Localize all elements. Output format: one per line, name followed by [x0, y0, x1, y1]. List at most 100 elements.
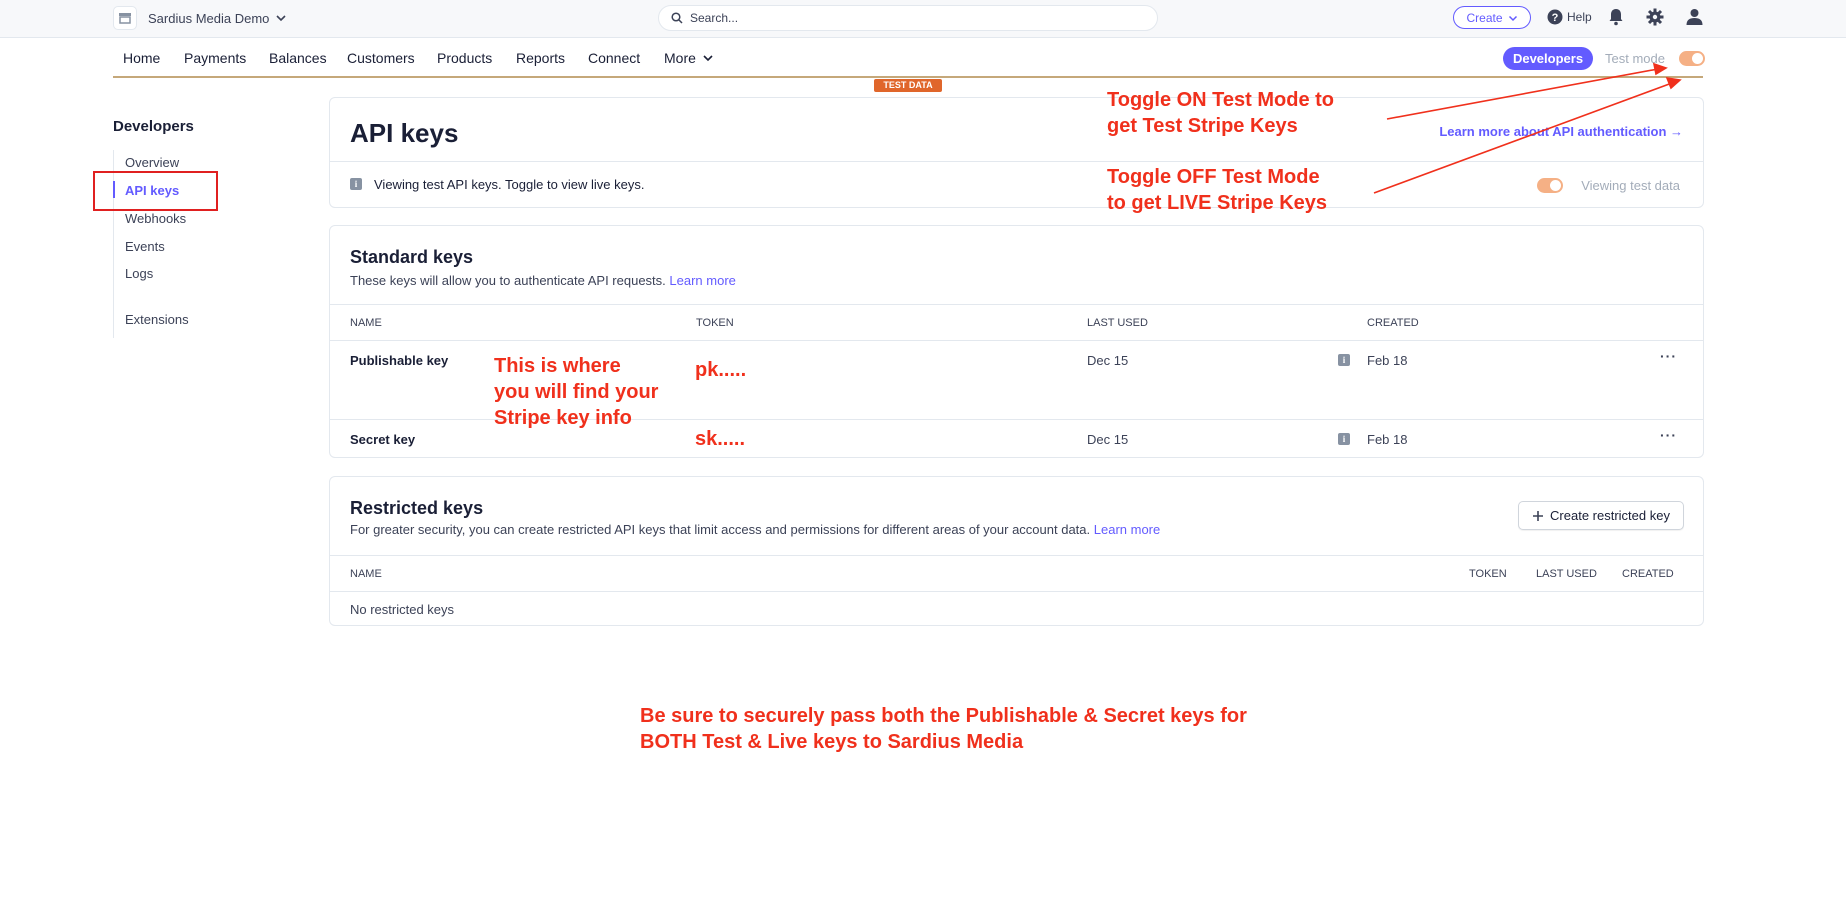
column-header-token: TOKEN — [1469, 568, 1507, 580]
user-icon[interactable] — [1686, 8, 1703, 26]
token-secret[interactable]: sk..... — [695, 426, 745, 452]
search-icon — [671, 12, 683, 24]
created-secret: Feb 18 — [1367, 432, 1408, 447]
nav-products[interactable]: Products — [437, 50, 492, 66]
plus-icon — [1532, 510, 1544, 522]
account-name: Sardius Media Demo — [148, 10, 270, 26]
divider — [330, 304, 1703, 305]
help-button[interactable]: ? Help — [1547, 9, 1592, 25]
viewing-test-data-toggle[interactable] — [1537, 178, 1563, 193]
token-publishable[interactable]: pk..... — [695, 357, 746, 383]
column-header-last-used: LAST USED — [1536, 568, 1597, 580]
create-label: Create — [1466, 10, 1503, 25]
more-options-icon[interactable]: ··· — [1660, 427, 1677, 443]
last-used-secret: Dec 15 — [1087, 432, 1129, 447]
nav-payments[interactable]: Payments — [184, 50, 246, 66]
chevron-down-icon — [275, 12, 287, 24]
key-name-publishable: Publishable key — [350, 353, 449, 368]
page-title: API keys — [350, 118, 459, 148]
nav-more-label: More — [664, 50, 696, 66]
info-icon: i — [350, 178, 362, 190]
viewing-test-data-label: Viewing test data — [1581, 178, 1680, 193]
annotation-line: Stripe key info — [494, 407, 632, 429]
account-switcher[interactable]: Sardius Media Demo — [113, 6, 287, 30]
chevron-down-icon — [1508, 13, 1518, 23]
standard-keys-title: Standard keys — [350, 247, 474, 267]
column-header-name: NAME — [350, 317, 382, 329]
restricted-keys-description: For greater security, you can create res… — [350, 522, 1160, 537]
sidebar-item-extensions[interactable]: Extensions — [125, 312, 189, 327]
info-icon: i — [1338, 433, 1350, 445]
sidebar-item-webhooks[interactable]: Webhooks — [125, 211, 186, 226]
help-icon: ? — [1547, 9, 1563, 25]
bell-icon[interactable] — [1608, 8, 1624, 26]
search-input[interactable] — [690, 11, 1130, 25]
create-button[interactable]: Create — [1453, 6, 1531, 29]
annotation-line: Toggle ON Test Mode to — [1107, 89, 1335, 111]
annotation-line: BOTH Test & Live keys to Sardius Media — [640, 731, 1024, 753]
developers-button[interactable]: Developers — [1503, 47, 1593, 70]
column-header-name: NAME — [350, 568, 382, 580]
sidebar-item-overview[interactable]: Overview — [125, 155, 179, 170]
learn-more-auth-link[interactable]: Learn more about API authentication → — [1439, 124, 1683, 139]
nav-home[interactable]: Home — [123, 50, 160, 66]
info-icon: i — [1338, 354, 1350, 366]
divider — [330, 161, 1703, 162]
annotation-line: Toggle OFF Test Mode — [1107, 166, 1320, 188]
divider — [330, 340, 1703, 341]
top-bar: Sardius Media Demo Create ? Help — [0, 0, 1846, 38]
description-text: These keys will allow you to authenticat… — [350, 273, 666, 288]
test-mode-toggle[interactable] — [1679, 51, 1705, 66]
main-nav: Home Payments Balances Customers Product… — [113, 38, 1705, 78]
create-restricted-key-button[interactable]: Create restricted key — [1518, 501, 1684, 530]
create-restricted-key-label: Create restricted key — [1550, 508, 1670, 523]
arrow-head — [1665, 76, 1682, 90]
description-text: For greater security, you can create res… — [350, 522, 1091, 537]
column-header-token: TOKEN — [696, 317, 734, 329]
last-used-publishable: Dec 15 — [1087, 353, 1129, 368]
gear-icon[interactable] — [1646, 8, 1664, 26]
annotation-line: Be sure to securely pass both the Publis… — [640, 705, 1247, 727]
test-mode-label: Test mode — [1605, 51, 1665, 66]
divider — [330, 591, 1703, 592]
sidebar-item-events[interactable]: Events — [125, 239, 165, 254]
column-header-last-used: LAST USED — [1087, 317, 1148, 329]
store-icon — [113, 6, 137, 30]
key-name-secret: Secret key — [350, 432, 416, 447]
sidebar-title: Developers — [113, 118, 194, 135]
annotation-line: get Test Stripe Keys — [1107, 115, 1298, 137]
restricted-keys-title: Restricted keys — [350, 498, 484, 518]
more-options-icon[interactable]: ··· — [1660, 348, 1677, 364]
standard-keys-description: These keys will allow you to authenticat… — [350, 273, 736, 288]
learn-more-link[interactable]: Learn more — [669, 273, 735, 288]
svg-text:?: ? — [1552, 12, 1559, 24]
annotation-find-keys: This is where you will find your Stripe … — [494, 353, 658, 431]
api-keys-card: API keys Learn more about API authentica… — [329, 97, 1704, 208]
created-publishable: Feb 18 — [1367, 353, 1408, 368]
sidebar-item-logs[interactable]: Logs — [125, 266, 153, 281]
search-bar[interactable] — [658, 5, 1158, 31]
annotation-toggle-off: Toggle OFF Test Mode to get LIVE Stripe … — [1107, 164, 1327, 216]
annotation-line: you will find your — [494, 381, 659, 403]
learn-more-link[interactable]: Learn more — [1094, 522, 1160, 537]
help-label: Help — [1567, 10, 1592, 24]
empty-state-text: No restricted keys — [350, 602, 455, 617]
test-data-badge: TEST DATA — [874, 79, 942, 92]
toggle-knob — [1550, 180, 1561, 191]
restricted-keys-card: Restricted keys For greater security, yo… — [329, 476, 1704, 626]
annotation-highlight-box — [93, 171, 218, 211]
column-header-created: CREATED — [1622, 568, 1674, 580]
info-text: Viewing test API keys. Toggle to view li… — [374, 177, 645, 192]
nav-connect[interactable]: Connect — [588, 50, 640, 66]
divider — [330, 555, 1703, 556]
annotation-line: This is where — [494, 355, 621, 377]
nav-balances[interactable]: Balances — [269, 50, 327, 66]
column-header-created: CREATED — [1367, 317, 1419, 329]
toggle-knob — [1692, 53, 1703, 64]
annotation-toggle-on: Toggle ON Test Mode to get Test Stripe K… — [1107, 87, 1334, 139]
nav-customers[interactable]: Customers — [347, 50, 415, 66]
annotation-line: to get LIVE Stripe Keys — [1107, 192, 1328, 214]
nav-reports[interactable]: Reports — [516, 50, 565, 66]
nav-more[interactable]: More — [664, 50, 714, 66]
annotation-footer: Be sure to securely pass both the Publis… — [640, 703, 1247, 755]
